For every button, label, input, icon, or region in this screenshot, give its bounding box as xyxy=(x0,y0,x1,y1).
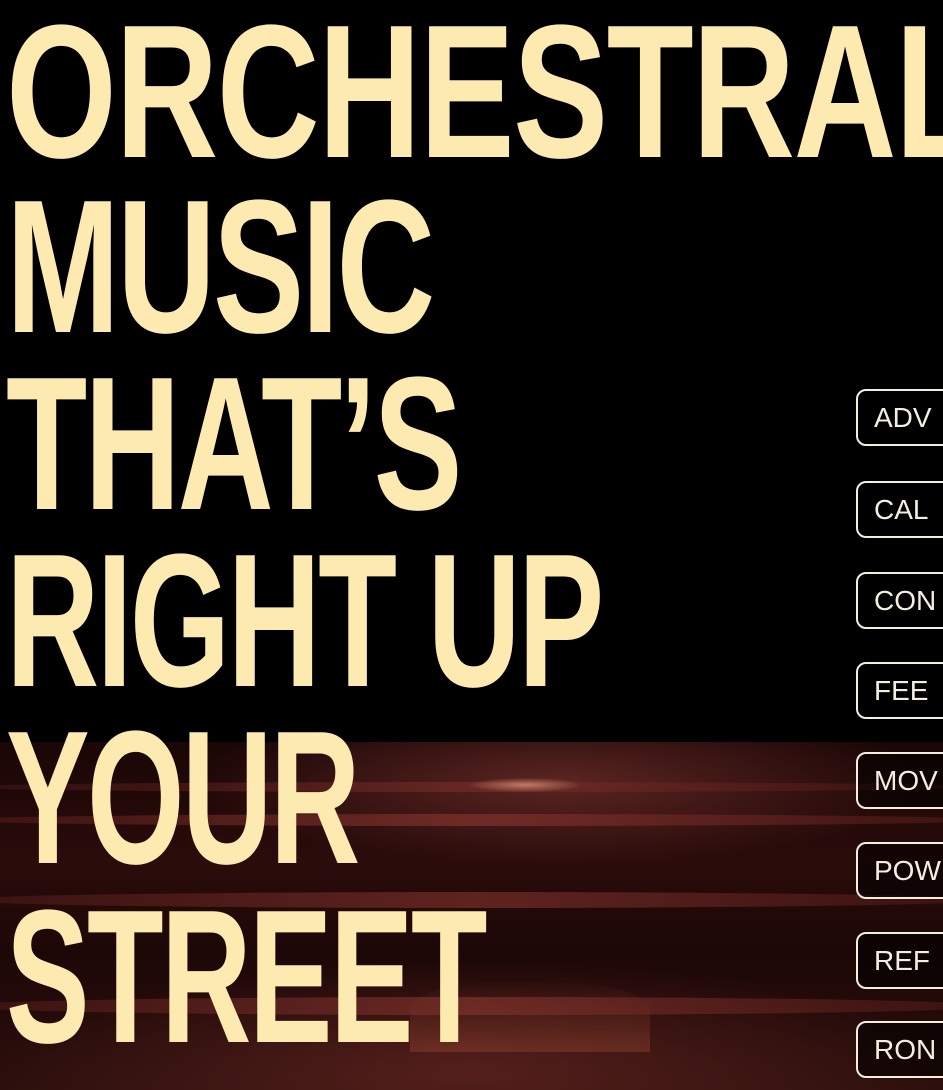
category-pill-mov[interactable]: MOV xyxy=(856,752,943,809)
page-viewport: ORCHESTRAL MUSIC THAT’S RIGHT UP YOUR ST… xyxy=(0,0,943,1090)
category-pill-adv[interactable]: ADV xyxy=(856,389,943,446)
category-pill-pow[interactable]: POW xyxy=(856,842,943,899)
category-pill-ref[interactable]: REF xyxy=(856,932,943,989)
category-pill-ron[interactable]: RON xyxy=(856,1021,943,1078)
headline-line-3: THAT’S xyxy=(6,338,462,550)
headline-line-1: ORCHESTRAL xyxy=(6,0,943,198)
hall-light xyxy=(470,778,580,792)
category-pill-con[interactable]: CON xyxy=(856,572,943,629)
category-pill-fee[interactable]: FEE xyxy=(856,662,943,719)
category-pill-cal[interactable]: CAL xyxy=(856,481,943,538)
headline-line-6: STREET xyxy=(6,871,487,1083)
page: ORCHESTRAL MUSIC THAT’S RIGHT UP YOUR ST… xyxy=(0,0,943,1090)
category-list: ADV CAL CON FEE MOV POW REF RON xyxy=(856,0,943,1090)
headline-line-4: RIGHT UP xyxy=(6,515,604,727)
headline-line-5: YOUR xyxy=(6,692,360,904)
headline-line-2: MUSIC xyxy=(6,161,435,373)
